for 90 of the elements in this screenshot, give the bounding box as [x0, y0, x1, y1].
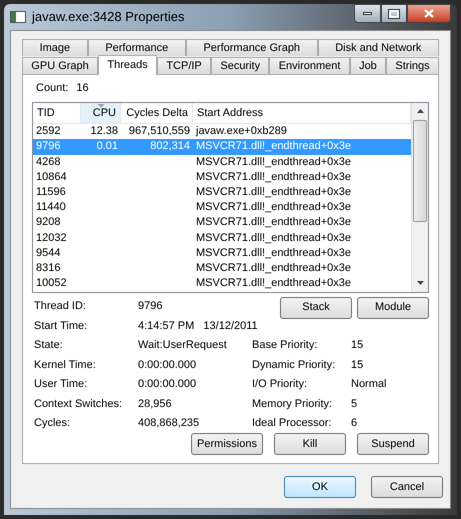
tab[interactable]: Performance Graph	[186, 38, 318, 56]
tab[interactable]: Performance	[88, 38, 186, 56]
tab[interactable]: Job	[350, 56, 386, 74]
detail-label: Start Time:	[34, 318, 88, 334]
detail-label: User Time:	[34, 377, 88, 392]
detail-value: 0:00:00.000	[138, 358, 198, 372]
detail-label: Kernel Time:	[34, 358, 97, 372]
tab[interactable]: Security	[211, 56, 270, 74]
detail-value: 15	[351, 358, 364, 372]
scroll-thumb[interactable]	[413, 120, 427, 222]
detail-value: 0:00:00.000	[138, 377, 198, 392]
tab[interactable]: Environment	[269, 56, 350, 74]
detail-value: 408,868,235	[138, 416, 200, 431]
detail-value: 4:14:57 PM 13/12/2011	[138, 318, 258, 334]
table-cell: 9796	[36, 140, 60, 152]
window-title: javaw.exe:3428 Properties	[32, 8, 186, 26]
action-button[interactable]: Cancel	[371, 476, 443, 498]
scrollbar[interactable]	[411, 102, 428, 292]
table-row[interactable]: 9544 MSVCR71.dll!_endthread+0x3e	[33, 246, 411, 262]
detail-label: Base Priority:	[252, 338, 318, 353]
detail-value: 6	[351, 416, 358, 431]
table-row[interactable]: 10052 MSVCR71.dll!_endthread+0x3e	[33, 276, 411, 292]
table-cell: 802,314	[150, 140, 190, 152]
table-cell: 10864	[36, 170, 67, 183]
table-cell: MSVCR71.dll!_endthread+0x3e	[196, 246, 352, 259]
detail-value: 9796	[138, 299, 162, 314]
table-cell: MSVCR71.dll!_endthread+0x3e	[196, 262, 352, 274]
action-button[interactable]: Kill	[274, 433, 346, 455]
action-button[interactable]: Module	[357, 296, 429, 318]
table-cell: MSVCR71.dll!_endthread+0x3e	[196, 186, 352, 198]
detail-label: State:	[34, 338, 64, 353]
table-row[interactable]: 9208 MSVCR71.dll!_endthread+0x3e	[33, 215, 411, 231]
close-icon	[424, 9, 434, 18]
table-cell: 8316	[36, 262, 60, 274]
table-cell: MSVCR71.dll!_endthread+0x3e	[196, 216, 352, 228]
count-value: 16	[76, 81, 89, 96]
action-button[interactable]: Permissions	[191, 433, 263, 455]
detail-label: Cycles:	[34, 416, 72, 431]
detail-label: Memory Priority:	[252, 396, 334, 412]
table-cell: 11596	[36, 186, 66, 198]
table-cell: javaw.exe+0xb289	[196, 125, 287, 138]
table-cell: 12032	[36, 232, 67, 244]
detail-label: Thread ID:	[34, 299, 87, 314]
action-button[interactable]: Suspend	[357, 433, 429, 455]
detail-value: Wait:UserRequest	[138, 338, 228, 353]
window-icon	[10, 10, 26, 23]
table-cell: 11440	[36, 201, 66, 214]
table-row[interactable]: 11440 MSVCR71.dll!_endthread+0x3e	[33, 200, 411, 216]
table-cell: 967,510,559	[128, 125, 190, 138]
column-header[interactable]: CPU	[81, 102, 121, 124]
table-row[interactable]: 10864 MSVCR71.dll!_endthread+0x3e	[33, 170, 411, 186]
table-cell: MSVCR71.dll!_endthread+0x3e	[196, 201, 352, 214]
table-cell: 2592	[36, 125, 60, 138]
table-row[interactable]: 12032 MSVCR71.dll!_endthread+0x3e	[33, 230, 411, 246]
tab[interactable]: Threads	[98, 54, 158, 74]
detail-label: Context Switches:	[34, 396, 124, 412]
action-button[interactable]: OK	[284, 476, 356, 498]
maximize-button[interactable]	[381, 4, 407, 23]
sort-arrow-icon	[97, 104, 104, 108]
tab[interactable]: TCP/IP	[157, 56, 212, 74]
table-cell: 4268	[36, 156, 60, 168]
detail-value: 15	[351, 338, 364, 353]
minimize-button[interactable]	[354, 4, 381, 23]
detail-value: Normal	[351, 377, 386, 392]
table-cell: MSVCR71.dll!_endthread+0x3e	[196, 140, 352, 152]
detail-value: 28,956	[138, 396, 173, 412]
tab[interactable]: Disk and Network	[318, 38, 439, 56]
table-row[interactable]: 8316 MSVCR71.dll!_endthread+0x3e	[33, 261, 411, 276]
count-label: Count:	[36, 81, 68, 96]
table-cell: MSVCR71.dll!_endthread+0x3e	[196, 277, 352, 290]
table-cell: 0.01	[96, 140, 118, 152]
table-cell: 12.38	[90, 125, 118, 138]
table-cell: MSVCR71.dll!_endthread+0x3e	[196, 170, 352, 183]
table-cell: MSVCR71.dll!_endthread+0x3e	[196, 156, 352, 168]
table-row[interactable]: 2592 12.38 967,510,559 javaw.exe+0xb289	[33, 124, 411, 140]
tab[interactable]: Strings	[386, 56, 439, 74]
table-cell: 10052	[36, 277, 67, 290]
detail-label: I/O Priority:	[252, 377, 308, 392]
detail-label: Ideal Processor:	[252, 416, 332, 431]
action-button[interactable]: Stack	[280, 296, 352, 318]
tab[interactable]: Image	[22, 38, 88, 56]
table-row[interactable]: 4268 MSVCR71.dll!_endthread+0x3e	[33, 154, 411, 170]
table-cell: 9544	[36, 246, 60, 259]
detail-value: 5	[351, 396, 358, 412]
detail-label: Dynamic Priority:	[252, 358, 336, 372]
tab[interactable]: GPU Graph	[22, 56, 98, 74]
table-row[interactable]: 11596 MSVCR71.dll!_endthread+0x3e	[33, 185, 411, 200]
close-button[interactable]	[407, 4, 451, 23]
table-cell: MSVCR71.dll!_endthread+0x3e	[196, 232, 352, 244]
table-cell: 9208	[36, 216, 60, 228]
